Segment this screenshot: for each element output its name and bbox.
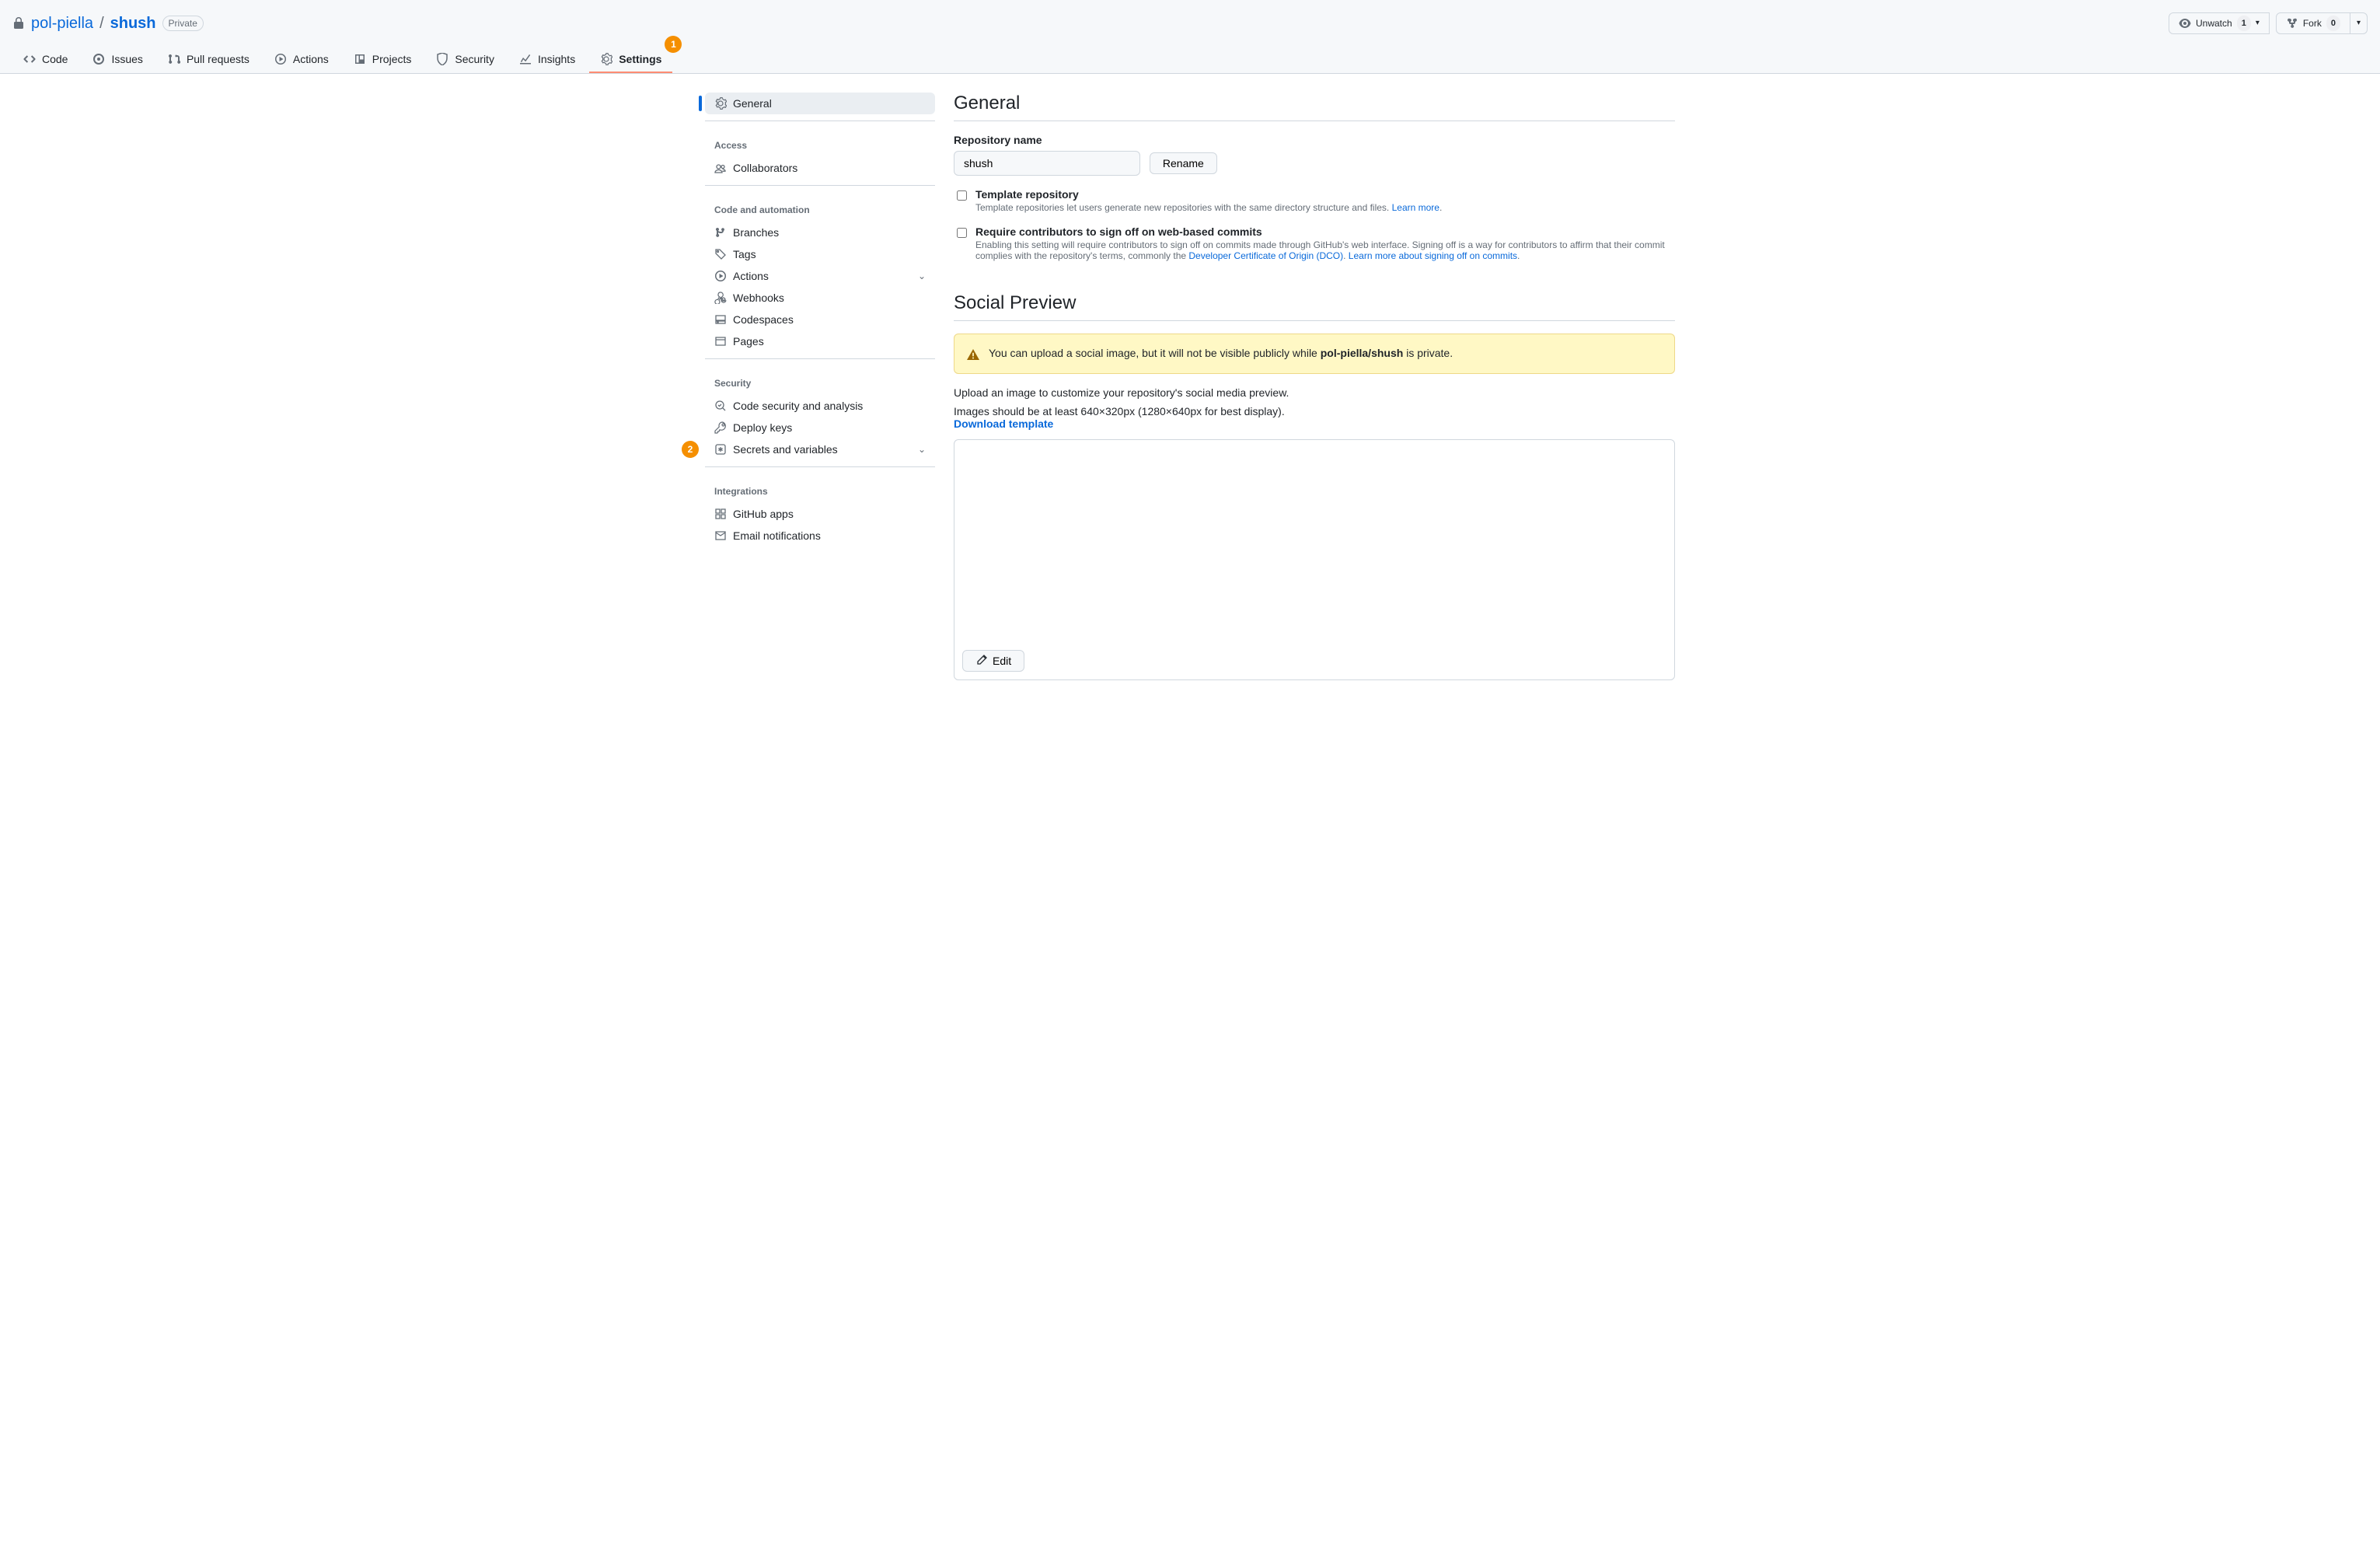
- sidebar-item-code-security[interactable]: Code security and analysis: [705, 395, 935, 417]
- sidebar-group-code: Code and automation: [705, 192, 935, 222]
- pencil-icon: [975, 655, 988, 667]
- template-repo-title: Template repository: [975, 188, 1442, 201]
- fork-dropdown[interactable]: ▾: [2350, 12, 2368, 34]
- tab-issues[interactable]: Issues: [82, 47, 153, 73]
- unwatch-label: Unwatch: [2196, 16, 2232, 31]
- signoff-desc: Enabling this setting will require contr…: [975, 239, 1675, 261]
- signoff-checkbox[interactable]: [957, 228, 967, 238]
- sidebar-group-integrations: Integrations: [705, 473, 935, 503]
- sidebar-group-security: Security: [705, 365, 935, 395]
- play-icon: [714, 270, 727, 282]
- sidebar-item-codespaces[interactable]: Codespaces: [705, 309, 935, 330]
- mail-icon: [714, 529, 727, 542]
- repo-name-input[interactable]: [954, 151, 1140, 176]
- webhook-icon: [714, 292, 727, 304]
- social-desc-2: Images should be at least 640×320px (128…: [954, 405, 1675, 430]
- settings-sidebar: General Access Collaborators Code and au…: [705, 93, 935, 680]
- template-repo-checkbox[interactable]: [957, 190, 967, 201]
- visibility-badge: Private: [162, 16, 204, 31]
- chevron-down-icon: ▾: [2256, 16, 2260, 31]
- fork-button[interactable]: Fork 0: [2276, 12, 2350, 34]
- code-icon: [23, 53, 36, 65]
- settings-content: General Repository name Rename Template …: [954, 93, 1675, 680]
- sidebar-item-deploy-keys[interactable]: Deploy keys: [705, 417, 935, 438]
- sidebar-item-general[interactable]: General: [705, 93, 935, 114]
- tag-icon: [714, 248, 727, 260]
- chevron-down-icon: ▾: [2357, 16, 2361, 31]
- repo-link[interactable]: shush: [110, 15, 156, 33]
- repo-tabs: Code Issues Pull requests Actions Projec…: [12, 47, 2368, 73]
- dco-link[interactable]: Developer Certificate of Origin (DCO): [1188, 250, 1343, 261]
- header-actions: Unwatch 1 ▾ Fork 0 ▾: [2169, 12, 2368, 34]
- social-preview-warning: You can upload a social image, but it wi…: [954, 334, 1675, 374]
- sidebar-item-pages[interactable]: Pages: [705, 330, 935, 352]
- template-repo-desc: Template repositories let users generate…: [975, 202, 1442, 213]
- alert-icon: [967, 348, 979, 361]
- signoff-learn-link[interactable]: Learn more about signing off on commits: [1349, 250, 1517, 261]
- sidebar-group-access: Access: [705, 128, 935, 157]
- sidebar-item-secrets[interactable]: Secrets and variables⌄: [705, 438, 935, 460]
- flash-repo-name: pol-piella/shush: [1321, 347, 1404, 359]
- social-preview-box: Edit: [954, 439, 1675, 680]
- pr-icon: [168, 53, 180, 65]
- sidebar-item-tags[interactable]: Tags: [705, 243, 935, 265]
- heading-social-preview: Social Preview: [954, 292, 1675, 321]
- project-icon: [354, 53, 366, 65]
- signoff-title: Require contributors to sign off on web-…: [975, 225, 1675, 238]
- repo-header-bar: pol-piella / shush Private Unwatch 1 ▾ F…: [0, 0, 2380, 74]
- fork-icon: [2286, 17, 2298, 30]
- gear-icon: [714, 97, 727, 110]
- sidebar-item-github-apps[interactable]: GitHub apps: [705, 503, 935, 525]
- sidebar-item-email[interactable]: Email notifications: [705, 525, 935, 547]
- owner-link[interactable]: pol-piella: [31, 15, 93, 33]
- play-icon: [274, 53, 287, 65]
- tab-settings[interactable]: Settings 1: [589, 47, 672, 73]
- download-template-link[interactable]: Download template: [954, 417, 1053, 430]
- social-desc-1: Upload an image to customize your reposi…: [954, 386, 1675, 399]
- codescan-icon: [714, 400, 727, 412]
- fork-count: 0: [2326, 16, 2340, 31]
- sidebar-item-webhooks[interactable]: Webhooks: [705, 287, 935, 309]
- heading-general: General: [954, 93, 1675, 121]
- unwatch-count: 1: [2237, 16, 2251, 31]
- chevron-down-icon: ⌄: [918, 444, 926, 455]
- shield-icon: [436, 53, 448, 65]
- unwatch-button[interactable]: Unwatch 1 ▾: [2169, 12, 2270, 34]
- fork-label: Fork: [2303, 16, 2322, 31]
- browser-icon: [714, 335, 727, 348]
- repo-name-label: Repository name: [954, 134, 1675, 146]
- key-icon: [714, 421, 727, 434]
- tab-security[interactable]: Security: [425, 47, 505, 73]
- sidebar-item-actions[interactable]: Actions⌄: [705, 265, 935, 287]
- callout-2: 2: [682, 441, 699, 458]
- repo-title: pol-piella / shush Private: [12, 15, 204, 33]
- codespaces-icon: [714, 313, 727, 326]
- gear-icon: [600, 53, 612, 65]
- edit-social-preview-button[interactable]: Edit: [962, 650, 1024, 672]
- tab-projects[interactable]: Projects: [343, 47, 423, 73]
- people-icon: [714, 162, 727, 174]
- tab-actions[interactable]: Actions: [263, 47, 340, 73]
- chevron-down-icon: ⌄: [918, 271, 926, 281]
- tab-insights[interactable]: Insights: [508, 47, 586, 73]
- callout-1: 1: [665, 36, 682, 53]
- rename-button[interactable]: Rename: [1150, 152, 1217, 174]
- asterisk-icon: [714, 443, 727, 456]
- sidebar-item-branches[interactable]: Branches: [705, 222, 935, 243]
- lock-icon: [12, 17, 25, 30]
- sidebar-item-collaborators[interactable]: Collaborators: [705, 157, 935, 179]
- template-learn-more-link[interactable]: Learn more: [1392, 202, 1440, 213]
- graph-icon: [519, 53, 532, 65]
- apps-icon: [714, 508, 727, 520]
- issue-icon: [92, 53, 105, 65]
- tab-code[interactable]: Code: [12, 47, 79, 73]
- eye-icon: [2179, 17, 2191, 30]
- tab-pulls[interactable]: Pull requests: [157, 47, 260, 73]
- branch-icon: [714, 226, 727, 239]
- separator: /: [99, 15, 104, 33]
